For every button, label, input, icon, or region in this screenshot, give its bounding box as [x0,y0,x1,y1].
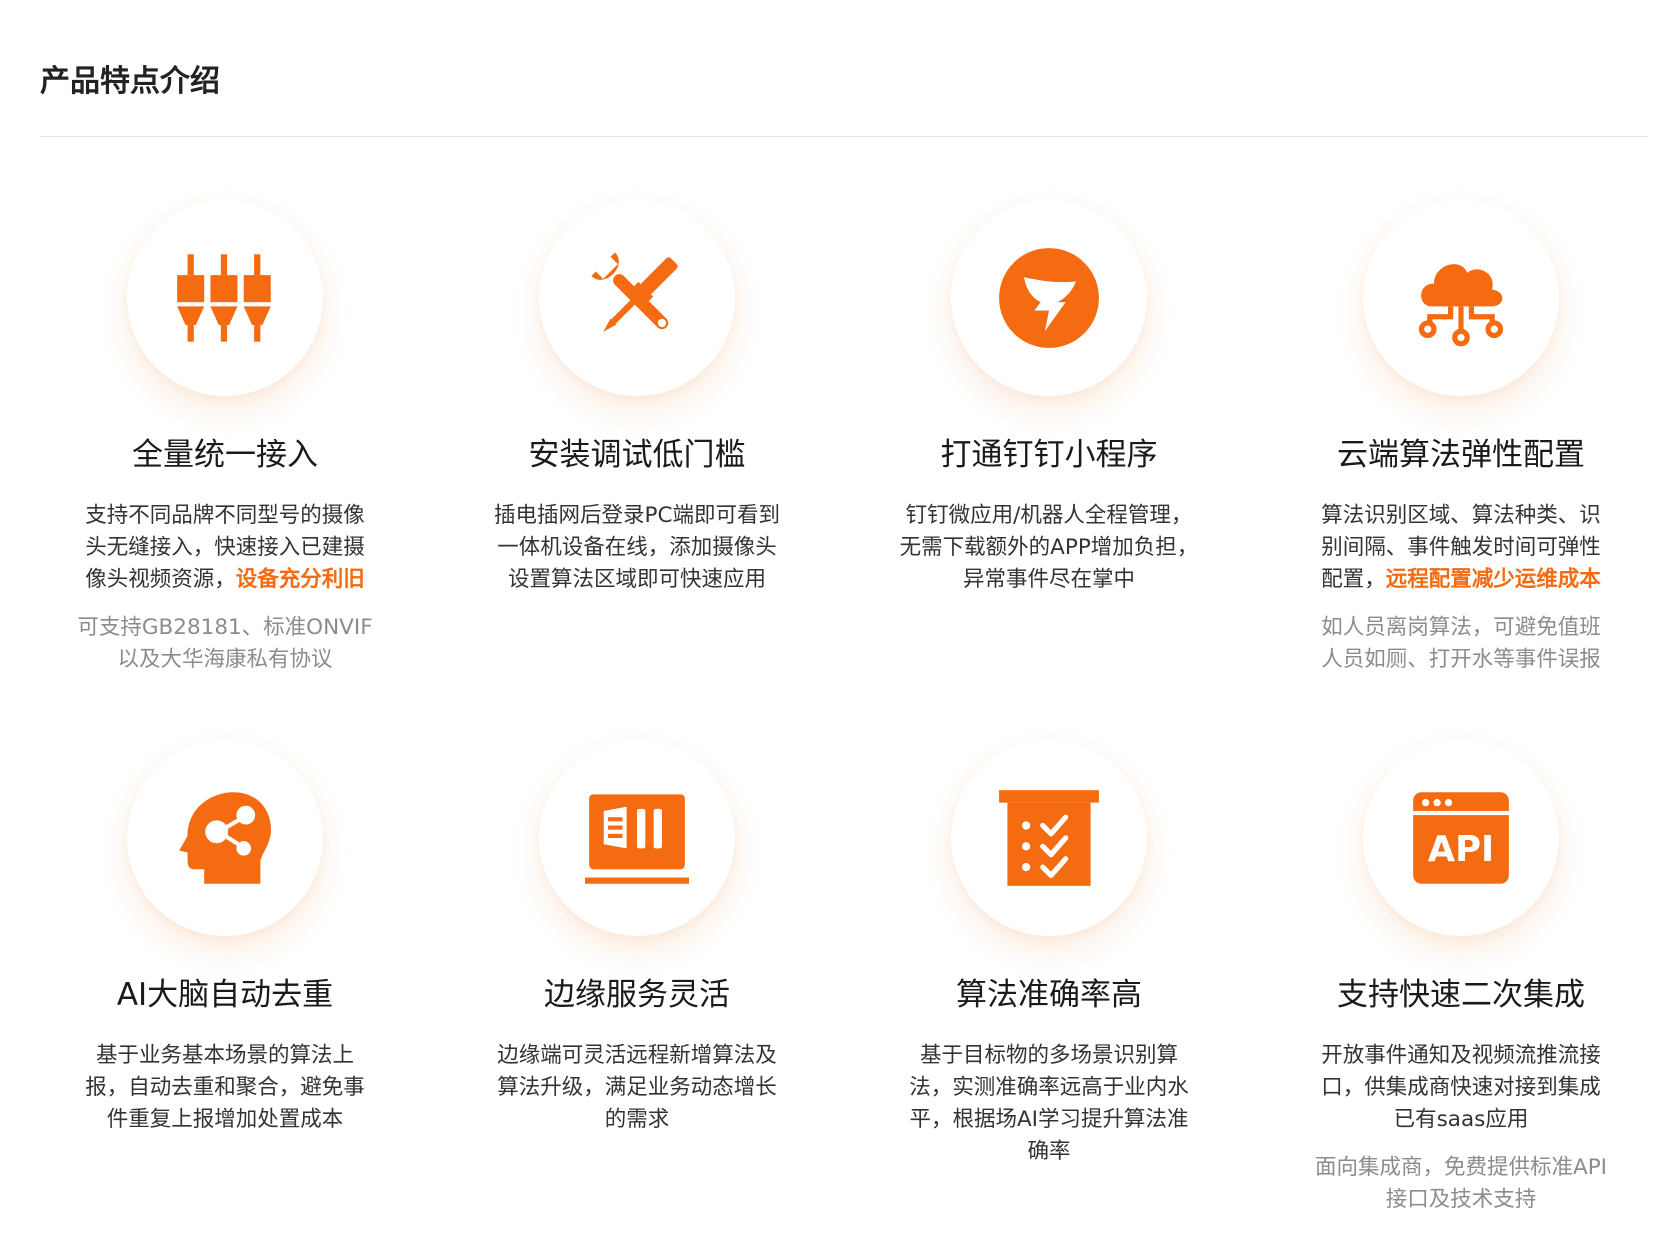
icon-circle: API [1363,740,1559,936]
card-description: 基于目标物的多场景识别算法，实测准确率远高于业内水平，根据场AI学习提升算法准确… [909,1043,1189,1164]
card-title: 全量统一接入 [132,437,318,473]
card-highlight: 设备充分利旧 [235,567,365,592]
card-description: 开放事件通知及视频流推流接口，供集成商快速对接到集成已有saas应用 面向集成商… [1311,1040,1611,1216]
header-divider [40,136,1648,137]
icon-circle [127,740,323,936]
ai-brain-head-icon [179,792,271,884]
card-title: 边缘服务灵活 [544,977,730,1013]
cloud-network-icon [1418,264,1504,347]
card-note: 可支持GB28181、标准ONVIF以及大华海康私有协议 [77,615,373,672]
card-description: 算法识别区域、算法种类、识别间隔、事件触发时间可弹性配置，远程配置减少运维成本 … [1311,500,1611,676]
card-description: 边缘端可灵活远程新增算法及算法升级，满足业务动态增长的需求 [497,1043,777,1132]
icon-circle [539,200,735,396]
card-title: 安装调试低门槛 [528,437,746,473]
dingtalk-logo-icon [999,248,1099,348]
card-title: 云端算法弹性配置 [1337,437,1585,473]
card-title: 支持快速二次集成 [1337,977,1585,1013]
icon-circle [1363,200,1559,396]
api-window-icon: API [1413,792,1509,884]
card-description: 钉钉微应用/机器人全程管理，无需下载额外的APP增加负担，异常事件尽在掌中 [899,503,1199,592]
wrench-screwdriver-icon [591,252,678,332]
icon-circle [951,740,1147,936]
card-note: 如人员离岗算法，可避免值班人员如厕、打开水等事件误报 [1321,615,1601,672]
checklist-clipboard-icon [999,790,1099,886]
card-description: 插电插网后登录PC端即可看到一体机设备在线，添加摄像头设置算法区域即可快速应用 [494,503,780,592]
page-title: 产品特点介绍 [40,64,220,99]
page: 产品特点介绍 全量统一接入 支持不同品牌不同型号的摄像头无缝接入，快速接入已建摄… [0,0,1680,1256]
edge-server-icon [585,794,689,884]
connector-plugs-icon [177,254,271,342]
card-note: 面向集成商，免费提供标准API接口及技术支持 [1314,1155,1607,1212]
card-title: 打通钉钉小程序 [940,437,1158,473]
card-description: 支持不同品牌不同型号的摄像头无缝接入，快速接入已建摄像头视频资源，设备充分利旧 … [75,500,375,676]
icon-circle [539,740,735,936]
card-title: 算法准确率高 [956,977,1142,1013]
card-highlight: 远程配置减少运维成本 [1385,567,1601,592]
icon-circle [127,200,323,396]
api-icon-label: API [1428,829,1494,870]
header: 产品特点介绍 [40,52,1648,112]
icon-circle [951,200,1147,396]
card-description: 基于业务基本场景的算法上报，自动去重和聚合，避免事件重复上报增加处置成本 [85,1043,365,1132]
card-title: AI大脑自动去重 [116,977,334,1013]
